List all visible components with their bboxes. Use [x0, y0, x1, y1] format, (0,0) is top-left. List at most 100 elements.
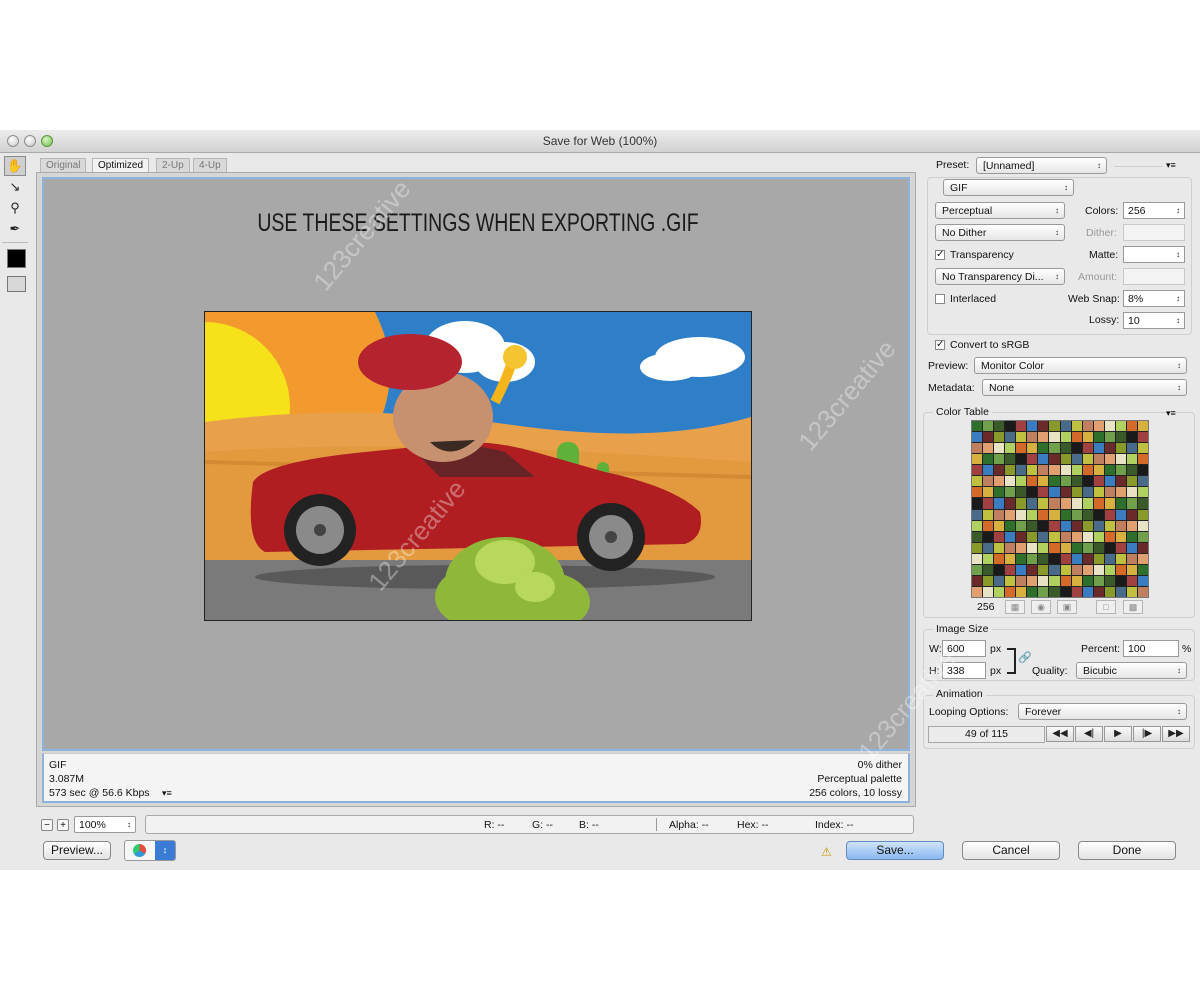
color-swatch[interactable] — [1137, 454, 1148, 465]
color-swatch[interactable] — [1016, 542, 1027, 553]
color-swatch[interactable] — [994, 575, 1005, 586]
color-swatch[interactable] — [983, 454, 994, 465]
zoom-level-field[interactable]: 100% ↕ — [74, 816, 136, 833]
color-swatch[interactable] — [1027, 443, 1038, 454]
color-swatch[interactable] — [1082, 586, 1093, 597]
color-swatch[interactable] — [1137, 432, 1148, 443]
color-swatch[interactable] — [994, 553, 1005, 564]
color-swatch[interactable] — [994, 487, 1005, 498]
color-swatch[interactable] — [1115, 553, 1126, 564]
color-swatch[interactable] — [1071, 542, 1082, 553]
color-swatch[interactable] — [1071, 586, 1082, 597]
color-swatch[interactable] — [1016, 553, 1027, 564]
web-shift-icon[interactable]: ◉ — [1031, 600, 1051, 614]
color-swatch[interactable] — [1082, 520, 1093, 531]
color-swatch[interactable] — [1005, 443, 1016, 454]
color-swatch[interactable] — [1115, 520, 1126, 531]
color-swatch[interactable] — [1071, 520, 1082, 531]
color-swatch[interactable] — [1060, 498, 1071, 509]
slice-select-tool-icon[interactable]: ↘ — [4, 177, 26, 197]
color-swatch[interactable] — [1137, 421, 1148, 432]
color-swatch[interactable] — [1115, 586, 1126, 597]
color-swatch[interactable] — [972, 432, 983, 443]
color-swatch[interactable] — [1137, 509, 1148, 520]
color-swatch[interactable] — [1104, 443, 1115, 454]
color-swatch[interactable] — [1049, 553, 1060, 564]
color-swatch[interactable] — [1016, 498, 1027, 509]
color-swatch[interactable] — [994, 476, 1005, 487]
last-frame-button[interactable]: ▶▶ — [1162, 726, 1190, 742]
color-swatch[interactable] — [1060, 564, 1071, 575]
color-swatch[interactable] — [1126, 432, 1137, 443]
color-swatch[interactable] — [983, 531, 994, 542]
color-reduction-select[interactable]: Perceptual ↕ — [935, 202, 1065, 219]
color-swatch[interactable] — [1093, 487, 1104, 498]
color-swatch[interactable] — [1049, 454, 1060, 465]
color-swatch[interactable] — [1115, 509, 1126, 520]
color-swatch[interactable] — [1104, 553, 1115, 564]
metadata-select[interactable]: None ↕ — [982, 379, 1187, 396]
color-swatch[interactable] — [1115, 454, 1126, 465]
color-swatch[interactable] — [1104, 432, 1115, 443]
color-swatch[interactable] — [1115, 421, 1126, 432]
color-swatch[interactable] — [972, 509, 983, 520]
color-swatch[interactable] — [1038, 443, 1049, 454]
color-swatch[interactable] — [1126, 465, 1137, 476]
color-swatch[interactable] — [1126, 553, 1137, 564]
color-swatch[interactable] — [1082, 542, 1093, 553]
constrain-proportions-link-icon[interactable]: 🔗 — [1018, 651, 1032, 664]
color-swatch[interactable] — [1005, 498, 1016, 509]
color-swatch[interactable] — [1093, 432, 1104, 443]
color-swatch[interactable] — [1016, 509, 1027, 520]
color-swatch[interactable] — [1005, 465, 1016, 476]
zoom-out-button[interactable]: − — [41, 819, 53, 831]
color-swatch[interactable] — [1082, 454, 1093, 465]
color-swatch[interactable] — [1115, 542, 1126, 553]
color-swatch[interactable] — [1027, 586, 1038, 597]
color-swatch[interactable] — [1060, 465, 1071, 476]
color-swatch[interactable] — [1071, 443, 1082, 454]
toggle-slices-visibility-icon[interactable] — [7, 276, 26, 292]
eyedropper-tool-icon[interactable]: ✒ — [4, 219, 26, 239]
color-swatch[interactable] — [1104, 498, 1115, 509]
color-swatch[interactable] — [1082, 443, 1093, 454]
color-swatch[interactable] — [1038, 564, 1049, 575]
color-swatch[interactable] — [1016, 443, 1027, 454]
save-button[interactable]: Save... — [846, 841, 944, 860]
color-swatch[interactable] — [1093, 542, 1104, 553]
browser-select[interactable]: ↕ — [124, 840, 176, 861]
color-swatch[interactable] — [972, 531, 983, 542]
color-swatch[interactable] — [1016, 564, 1027, 575]
color-swatch[interactable] — [1049, 520, 1060, 531]
color-swatch[interactable] — [983, 509, 994, 520]
color-swatch[interactable] — [983, 421, 994, 432]
color-swatch[interactable] — [1038, 487, 1049, 498]
color-swatch[interactable] — [1049, 465, 1060, 476]
color-swatch[interactable] — [1126, 575, 1137, 586]
preset-select[interactable]: [Unnamed] ↕ — [976, 157, 1107, 174]
looping-options-select[interactable]: Forever ↕ — [1018, 703, 1187, 720]
color-swatch[interactable] — [1071, 465, 1082, 476]
color-swatch[interactable] — [1115, 432, 1126, 443]
color-swatch[interactable] — [994, 454, 1005, 465]
zoom-stepper-icon[interactable]: ↕ — [127, 817, 131, 833]
color-swatch[interactable] — [1060, 432, 1071, 443]
color-swatch[interactable] — [1005, 520, 1016, 531]
color-swatch[interactable] — [1005, 553, 1016, 564]
color-swatch[interactable] — [1082, 509, 1093, 520]
color-swatch[interactable] — [1016, 586, 1027, 597]
color-swatch[interactable] — [1137, 564, 1148, 575]
color-swatch[interactable] — [1137, 542, 1148, 553]
color-swatch[interactable] — [1137, 443, 1148, 454]
color-swatch[interactable] — [994, 531, 1005, 542]
color-swatch[interactable] — [1005, 432, 1016, 443]
color-swatch[interactable] — [1016, 421, 1027, 432]
color-swatch[interactable] — [1060, 575, 1071, 586]
color-swatch[interactable] — [1071, 553, 1082, 564]
color-swatch[interactable] — [1027, 553, 1038, 564]
color-swatch[interactable] — [972, 454, 983, 465]
color-swatch[interactable] — [1038, 553, 1049, 564]
tab-2-up[interactable]: 2-Up — [156, 158, 190, 173]
color-swatch[interactable] — [1071, 564, 1082, 575]
color-swatch[interactable] — [1093, 443, 1104, 454]
